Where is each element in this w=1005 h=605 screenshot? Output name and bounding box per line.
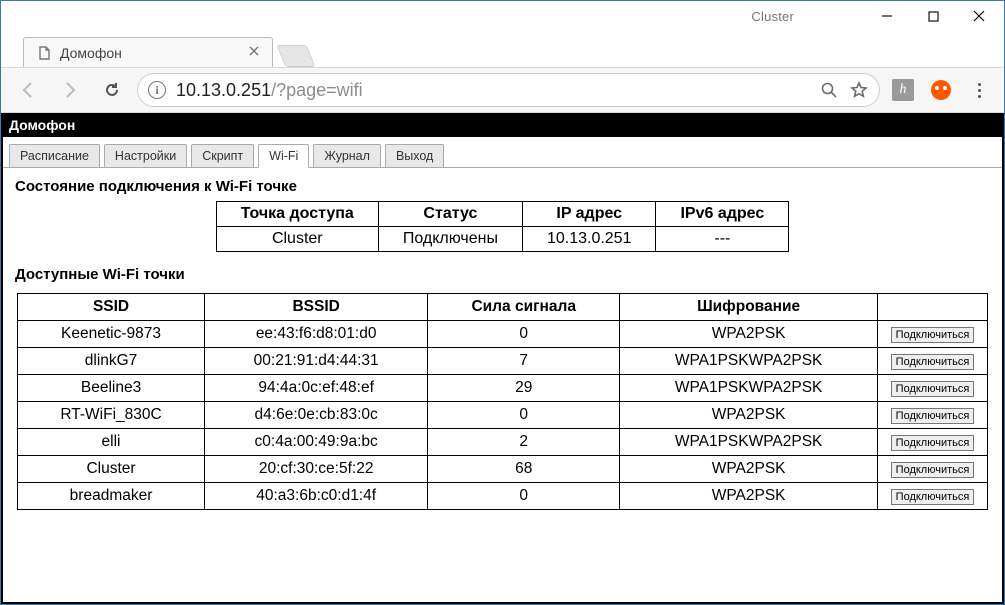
- extension-reddit-icon[interactable]: [926, 75, 956, 105]
- network-cell-ssid: elli: [18, 429, 205, 456]
- network-cell-signal: 2: [428, 429, 620, 456]
- page: Домофон РасписаниеНастройкиСкриптWi-FiЖу…: [1, 113, 1004, 604]
- window-title: Cluster: [751, 9, 794, 24]
- network-cell-ssid: Keenetic-9873: [18, 321, 205, 348]
- network-cell-bssid: 00:21:91:d4:44:31: [205, 348, 428, 375]
- close-window-button[interactable]: [956, 1, 1002, 31]
- reload-button[interactable]: [95, 73, 129, 107]
- networks-header: [878, 294, 988, 321]
- network-cell-ssid: RT-WiFi_830C: [18, 402, 205, 429]
- browser-tab-title: Домофон: [60, 45, 122, 61]
- status-table: Точка доступаСтатусIP адресIPv6 адрес Cl…: [216, 201, 790, 252]
- page-tab[interactable]: Выход: [385, 144, 444, 168]
- url-text: 10.13.0.251/?page=wifi: [176, 80, 809, 101]
- page-tab[interactable]: Скрипт: [191, 144, 254, 168]
- browser-toolbar: i 10.13.0.251/?page=wifi h: [1, 67, 1004, 113]
- address-bar[interactable]: i 10.13.0.251/?page=wifi: [137, 73, 880, 107]
- back-button[interactable]: [11, 73, 45, 107]
- status-section-title: Состояние подключения к Wi-Fi точке: [3, 168, 1002, 201]
- status-cell: Cluster: [216, 227, 378, 252]
- extension-h-icon[interactable]: h: [888, 75, 918, 105]
- networks-table: SSIDBSSIDСила сигналаШифрование Keenetic…: [17, 293, 988, 510]
- page-tab[interactable]: Журнал: [313, 144, 381, 168]
- browser-tab-strip: Домофон: [1, 31, 1004, 67]
- network-action-cell: Подключиться: [878, 483, 988, 510]
- connect-button[interactable]: Подключиться: [891, 435, 975, 451]
- network-cell-signal: 68: [428, 456, 620, 483]
- new-tab-button[interactable]: [277, 45, 316, 67]
- connect-button[interactable]: Подключиться: [891, 489, 975, 505]
- network-cell-bssid: d4:6e:0e:cb:83:0c: [205, 402, 428, 429]
- network-action-cell: Подключиться: [878, 429, 988, 456]
- network-row: Keenetic-9873ee:43:f6:d8:01:d00WPA2PSK По…: [18, 321, 988, 348]
- network-cell-bssid: 94:4a:0c:ef:48:ef: [205, 375, 428, 402]
- network-cell-enc: WPA2PSK: [620, 483, 878, 510]
- network-cell-ssid: Cluster: [18, 456, 205, 483]
- network-cell-ssid: Beeline3: [18, 375, 205, 402]
- network-row: breadmaker40:a3:6b:c0:d1:4f0WPA2PSK Подкл…: [18, 483, 988, 510]
- browser-menu-button[interactable]: [964, 75, 994, 105]
- networks-header: BSSID: [205, 294, 428, 321]
- minimize-button[interactable]: [864, 1, 910, 31]
- status-header: IPv6 адрес: [656, 202, 789, 227]
- network-action-cell: Подключиться: [878, 375, 988, 402]
- networks-header: Сила сигнала: [428, 294, 620, 321]
- network-cell-enc: WPA1PSKWPA2PSK: [620, 429, 878, 456]
- browser-tab[interactable]: Домофон: [23, 37, 273, 67]
- network-row: ellic0:4a:00:49:9a:bc2WPA1PSKWPA2PSK Подк…: [18, 429, 988, 456]
- search-icon[interactable]: [819, 80, 839, 100]
- network-cell-bssid: ee:43:f6:d8:01:d0: [205, 321, 428, 348]
- network-action-cell: Подключиться: [878, 456, 988, 483]
- connect-button[interactable]: Подключиться: [891, 381, 975, 397]
- status-header: Точка доступа: [216, 202, 378, 227]
- network-action-cell: Подключиться: [878, 348, 988, 375]
- page-tab[interactable]: Wi-Fi: [258, 144, 309, 168]
- forward-button[interactable]: [53, 73, 87, 107]
- network-cell-bssid: c0:4a:00:49:9a:bc: [205, 429, 428, 456]
- site-info-icon[interactable]: i: [148, 81, 166, 99]
- network-cell-ssid: dlinkG7: [18, 348, 205, 375]
- network-row: dlinkG700:21:91:d4:44:317WPA1PSKWPA2PSK П…: [18, 348, 988, 375]
- status-cell: 10.13.0.251: [522, 227, 656, 252]
- connect-button[interactable]: Подключиться: [891, 354, 975, 370]
- network-cell-signal: 0: [428, 321, 620, 348]
- status-header: IP адрес: [522, 202, 656, 227]
- networks-header: SSID: [18, 294, 205, 321]
- network-row: Cluster20:cf:30:ce:5f:2268WPA2PSK Подключ…: [18, 456, 988, 483]
- network-cell-signal: 0: [428, 483, 620, 510]
- maximize-button[interactable]: [910, 1, 956, 31]
- network-cell-enc: WPA2PSK: [620, 321, 878, 348]
- page-favicon: [36, 45, 52, 61]
- page-tab[interactable]: Настройки: [104, 144, 187, 168]
- status-cell: ---: [656, 227, 789, 252]
- status-cell: Подключены: [378, 227, 522, 252]
- networks-section-title: Доступные Wi-Fi точки: [3, 256, 1002, 289]
- network-cell-bssid: 40:a3:6b:c0:d1:4f: [205, 483, 428, 510]
- connect-button[interactable]: Подключиться: [891, 462, 975, 478]
- network-cell-enc: WPA2PSK: [620, 456, 878, 483]
- network-cell-bssid: 20:cf:30:ce:5f:22: [205, 456, 428, 483]
- networks-header: Шифрование: [620, 294, 878, 321]
- bookmark-star-icon[interactable]: [849, 80, 869, 100]
- page-tab[interactable]: Расписание: [9, 144, 100, 168]
- network-cell-signal: 29: [428, 375, 620, 402]
- network-cell-ssid: breadmaker: [18, 483, 205, 510]
- network-cell-enc: WPA1PSKWPA2PSK: [620, 375, 878, 402]
- network-cell-enc: WPA1PSKWPA2PSK: [620, 348, 878, 375]
- page-tabs: РасписаниеНастройкиСкриптWi-FiЖурналВыхо…: [3, 137, 1002, 168]
- network-cell-signal: 0: [428, 402, 620, 429]
- network-cell-signal: 7: [428, 348, 620, 375]
- network-row: RT-WiFi_830Cd4:6e:0e:cb:83:0c0WPA2PSK Под…: [18, 402, 988, 429]
- connect-button[interactable]: Подключиться: [891, 408, 975, 424]
- network-row: Beeline394:4a:0c:ef:48:ef29WPA1PSKWPA2PS…: [18, 375, 988, 402]
- connect-button[interactable]: Подключиться: [891, 327, 975, 343]
- close-tab-icon[interactable]: [248, 45, 262, 59]
- titlebar: Cluster: [1, 1, 1004, 31]
- status-header: Статус: [378, 202, 522, 227]
- page-title: Домофон: [1, 113, 1004, 137]
- network-cell-enc: WPA2PSK: [620, 402, 878, 429]
- network-action-cell: Подключиться: [878, 321, 988, 348]
- network-action-cell: Подключиться: [878, 402, 988, 429]
